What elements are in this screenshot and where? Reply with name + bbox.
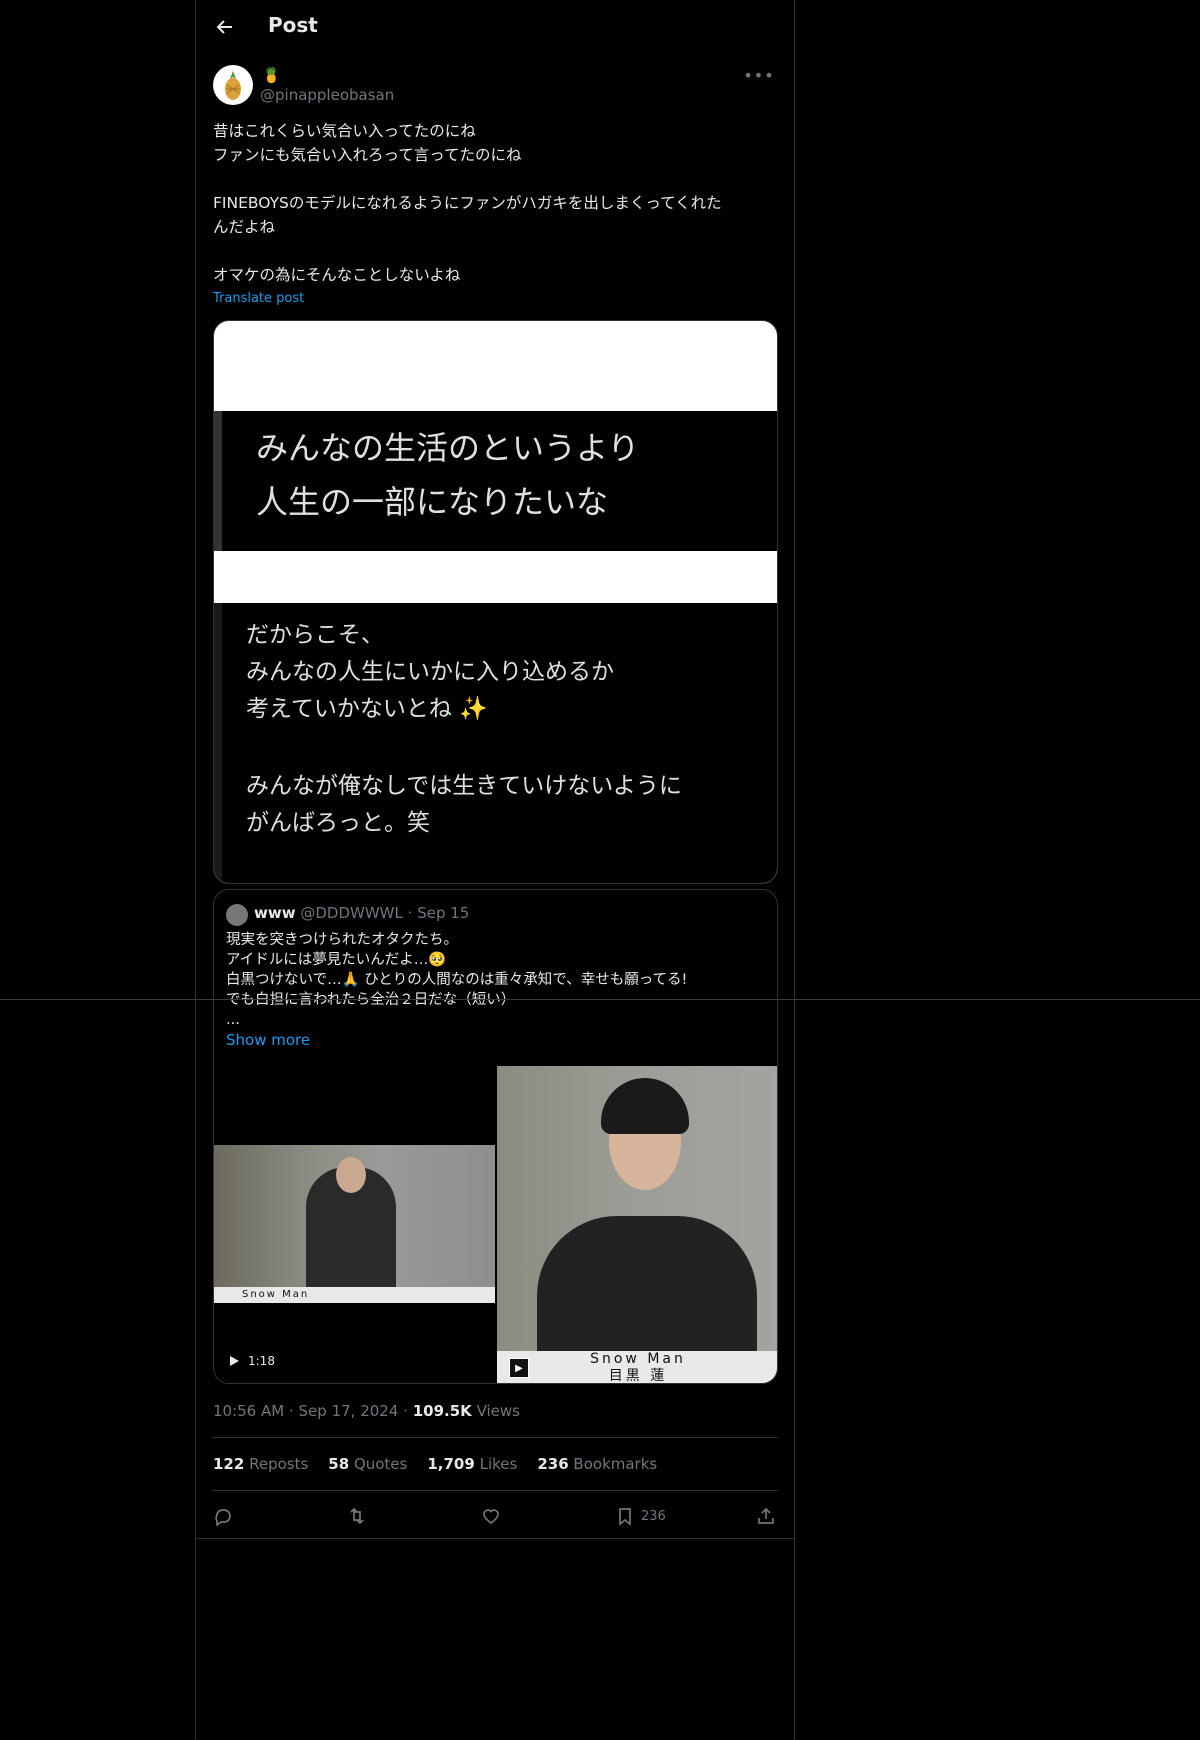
likes-count: 1,709 (427, 1455, 475, 1473)
video-duration: 1:18 (248, 1354, 275, 1368)
image-text-line: 考えていかないとね ✨ (246, 696, 488, 722)
quoted-post[interactable]: www @DDDWWWL · Sep 15 現実を突きつけられたオタクたち。 ア… (213, 889, 778, 1384)
post-line: んだよね (213, 218, 276, 236)
ellipsis-icon: ••• (743, 65, 775, 85)
author-name[interactable]: 🍍 (262, 66, 281, 84)
person-face (336, 1157, 366, 1193)
quote-avatar[interactable] (226, 904, 248, 926)
reply-button[interactable] (213, 1504, 233, 1528)
video-caption-line: Snow Man (590, 1351, 686, 1367)
like-button[interactable] (481, 1504, 501, 1528)
main-column: Post 🍍 @pinappleobasan ••• 昔はこれくらい気合い入って… (195, 0, 795, 1740)
play-icon: ▶ (515, 1362, 523, 1374)
quote-date[interactable]: Sep 15 (417, 904, 469, 922)
bookmarks-label: Bookmarks (573, 1455, 658, 1473)
divider (213, 1437, 778, 1438)
post-metadata: 10:56 AM · Sep 17, 2024 · 109.5K Views (213, 1402, 520, 1420)
share-button[interactable] (756, 1504, 776, 1528)
quote-text: 現実を突きつけられたオタクたち。 アイドルには夢見たいんだよ…🥺 白黒つけないで… (226, 930, 766, 1030)
quotes-label: Quotes (353, 1455, 408, 1473)
video-thumbnail-1[interactable]: Snow Man 1:18 (214, 1066, 495, 1383)
bookmarks-stat[interactable]: 236 Bookmarks (537, 1455, 657, 1473)
reposts-label: Reposts (249, 1455, 309, 1473)
quote-line: ... (226, 1012, 240, 1028)
bookmarks-count: 236 (537, 1455, 569, 1473)
video-caption: Snow Man 目黒 蓮 (497, 1351, 777, 1384)
video-play-button[interactable]: ▶ (509, 1358, 529, 1378)
engagement-stats: 122 Reposts 58 Quotes 1,709 Likes 236 Bo… (213, 1455, 657, 1473)
pineapple-icon (225, 71, 241, 100)
post-date[interactable]: Sep 17, 2024 (299, 1402, 399, 1420)
quote-line: でも白担に言われたら全治２日だな（短い） (226, 992, 516, 1008)
post-line: ファンにも気合い入れろって言ってたのにね (213, 146, 522, 164)
bookmark-count: 236 (641, 1508, 666, 1524)
image-text-line: がんばろっと。笑 (246, 810, 430, 836)
quote-header: www @DDDWWWL · Sep 15 (254, 904, 469, 922)
show-more-link[interactable]: Show more (226, 1031, 310, 1049)
image-text-line: 人生の一部になりたいな (256, 483, 609, 521)
quote-line: アイドルには夢見たいんだよ…🥺 (226, 952, 447, 968)
likes-label: Likes (479, 1455, 518, 1473)
heart-icon (483, 1509, 499, 1525)
quote-author-handle[interactable]: @DDDWWWL (300, 904, 403, 922)
post-text: 昔はこれくらい気合い入ってたのにね ファンにも気合い入れろって言ってたのにね F… (213, 119, 778, 287)
reply-icon (215, 1509, 231, 1526)
play-icon (230, 1356, 239, 1366)
quote-line: 現実を突きつけられたオタクたち。 (226, 932, 458, 948)
quote-author-name[interactable]: www (254, 904, 296, 922)
post-line: 昔はこれくらい気合い入ってたのにね (213, 122, 476, 140)
video-frame: Snow Man (214, 1145, 495, 1303)
video-caption: Snow Man (214, 1287, 495, 1303)
post-line: FINEBOYSのモデルになれるようにファンがハガキを出しまくってくれた (213, 194, 722, 212)
arrow-left-icon (216, 20, 232, 34)
post-line (213, 167, 778, 191)
reposts-count: 122 (213, 1455, 245, 1473)
views-label: Views (476, 1402, 520, 1420)
avatar[interactable] (213, 65, 253, 105)
header: Post (196, 0, 794, 53)
dot-separator: · (407, 904, 418, 922)
divider (213, 1490, 778, 1491)
overlay-guide-line (0, 999, 1200, 1000)
views-count: 109.5K (412, 1402, 472, 1420)
likes-stat[interactable]: 1,709 Likes (427, 1455, 517, 1473)
image-text-band: だからこそ、 みんなの人生にいかに入り込めるか 考えていかないとね ✨ みんなが… (214, 603, 777, 883)
bookmark-icon (619, 1508, 631, 1526)
reposts-stat[interactable]: 122 Reposts (213, 1455, 308, 1473)
video-caption-line: 目黒 蓮 (608, 1368, 668, 1384)
repost-icon (350, 1507, 364, 1525)
back-button[interactable] (210, 12, 240, 42)
bookmark-button[interactable]: 236 (615, 1504, 666, 1528)
repost-button[interactable] (347, 1504, 367, 1528)
image-text-line: みんなの人生にいかに入り込めるか (246, 659, 614, 685)
action-bar: 236 (213, 1504, 778, 1528)
quotes-stat[interactable]: 58 Quotes (328, 1455, 407, 1473)
more-options-button[interactable]: ••• (743, 62, 775, 88)
video-play-button[interactable]: 1:18 (228, 1354, 275, 1368)
page-title: Post (268, 13, 318, 37)
post-time[interactable]: 10:56 AM (213, 1402, 284, 1420)
divider (196, 1538, 794, 1539)
post-line: オマケの為にそんなことしないよね (213, 266, 461, 284)
person-hair (601, 1078, 689, 1134)
image-text-line: みんなの生活のというより (256, 429, 640, 467)
dot-separator: · (403, 1402, 413, 1420)
image-text-line: だからこそ、 (246, 622, 384, 648)
dot-separator: · (288, 1402, 299, 1420)
translate-post-link[interactable]: Translate post (213, 291, 304, 306)
share-icon (758, 1507, 774, 1524)
post-image[interactable]: みんなの生活のというより 人生の一部になりたいな だからこそ、 みんなの人生にい… (213, 320, 778, 884)
image-text-band: みんなの生活のというより 人生の一部になりたいな (214, 411, 777, 551)
image-text-line: みんなが俺なしでは生きていけないように (246, 773, 682, 799)
video-thumbnail-2[interactable]: Snow Man 目黒 蓮 ▶ (497, 1066, 777, 1384)
quote-line: 白黒つけないで…🙏 ひとりの人間なのは重々承知で、幸せも願ってる! (226, 972, 688, 988)
post-line (213, 239, 778, 263)
author-handle[interactable]: @pinappleobasan (260, 86, 394, 104)
quotes-count: 58 (328, 1455, 350, 1473)
